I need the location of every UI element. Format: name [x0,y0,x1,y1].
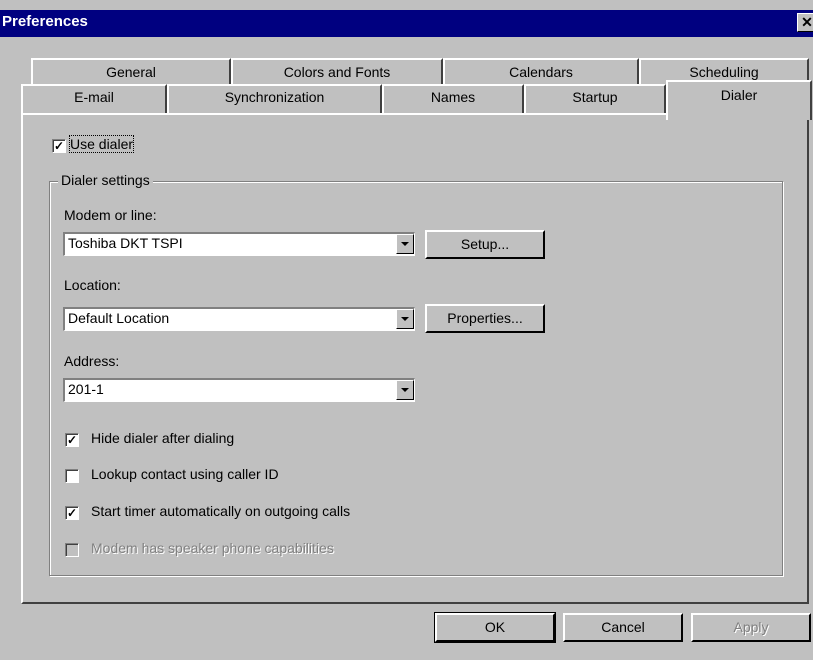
apply-button: Apply [691,613,811,642]
speaker-phone-checkbox [65,543,79,557]
chevron-down-icon[interactable] [396,234,414,254]
tab-colors-and-fonts[interactable]: Colors and Fonts [231,58,443,86]
cancel-button[interactable]: Cancel [563,613,683,642]
modem-label: Modem or line: [64,207,157,223]
chevron-down-icon[interactable] [396,380,414,400]
tab-dialer[interactable]: Dialer [666,80,812,120]
checkmark-icon: ✓ [53,139,65,153]
address-value: 201-1 [68,381,104,397]
tab-synchronization[interactable]: Synchronization [167,84,382,114]
tab-general[interactable]: General [31,58,231,86]
checkmark-icon: ✓ [66,433,78,447]
address-select[interactable]: 201-1 [63,378,415,402]
title-bar: Preferences ✕ [0,10,813,37]
tab-email[interactable]: E-mail [21,84,167,114]
tab-startup[interactable]: Startup [524,84,666,114]
tab-names[interactable]: Names [382,84,524,114]
tab-calendars[interactable]: Calendars [443,58,639,86]
preferences-window: Preferences ✕ General Colors and Fonts C… [0,0,813,660]
chevron-down-icon[interactable] [396,309,414,329]
modem-value: Toshiba DKT TSPI [68,235,183,251]
start-timer-label: Start timer automatically on outgoing ca… [91,503,351,519]
dialer-settings-title: Dialer settings [58,172,153,188]
checkmark-icon: ✓ [66,506,78,520]
hide-dialer-label: Hide dialer after dialing [91,430,235,446]
start-timer-checkbox[interactable]: ✓ [65,506,79,520]
speaker-phone-label: Modem has speaker phone capabilities [91,540,334,556]
setup-button[interactable]: Setup... [425,230,545,259]
modem-select[interactable]: Toshiba DKT TSPI [63,232,415,256]
ok-button[interactable]: OK [434,612,556,643]
lookup-contact-checkbox[interactable] [65,469,79,483]
location-value: Default Location [68,310,170,326]
lookup-contact-label: Lookup contact using caller ID [91,466,279,482]
location-select[interactable]: Default Location [63,307,415,331]
use-dialer-label: Use dialer [68,135,135,153]
hide-dialer-checkbox[interactable]: ✓ [65,433,79,447]
address-label: Address: [64,353,120,369]
window-title: Preferences [2,13,88,30]
properties-button[interactable]: Properties... [425,304,545,333]
use-dialer-checkbox[interactable]: ✓ [52,139,66,153]
location-label: Location: [64,277,121,293]
close-button[interactable]: ✕ [797,13,813,32]
